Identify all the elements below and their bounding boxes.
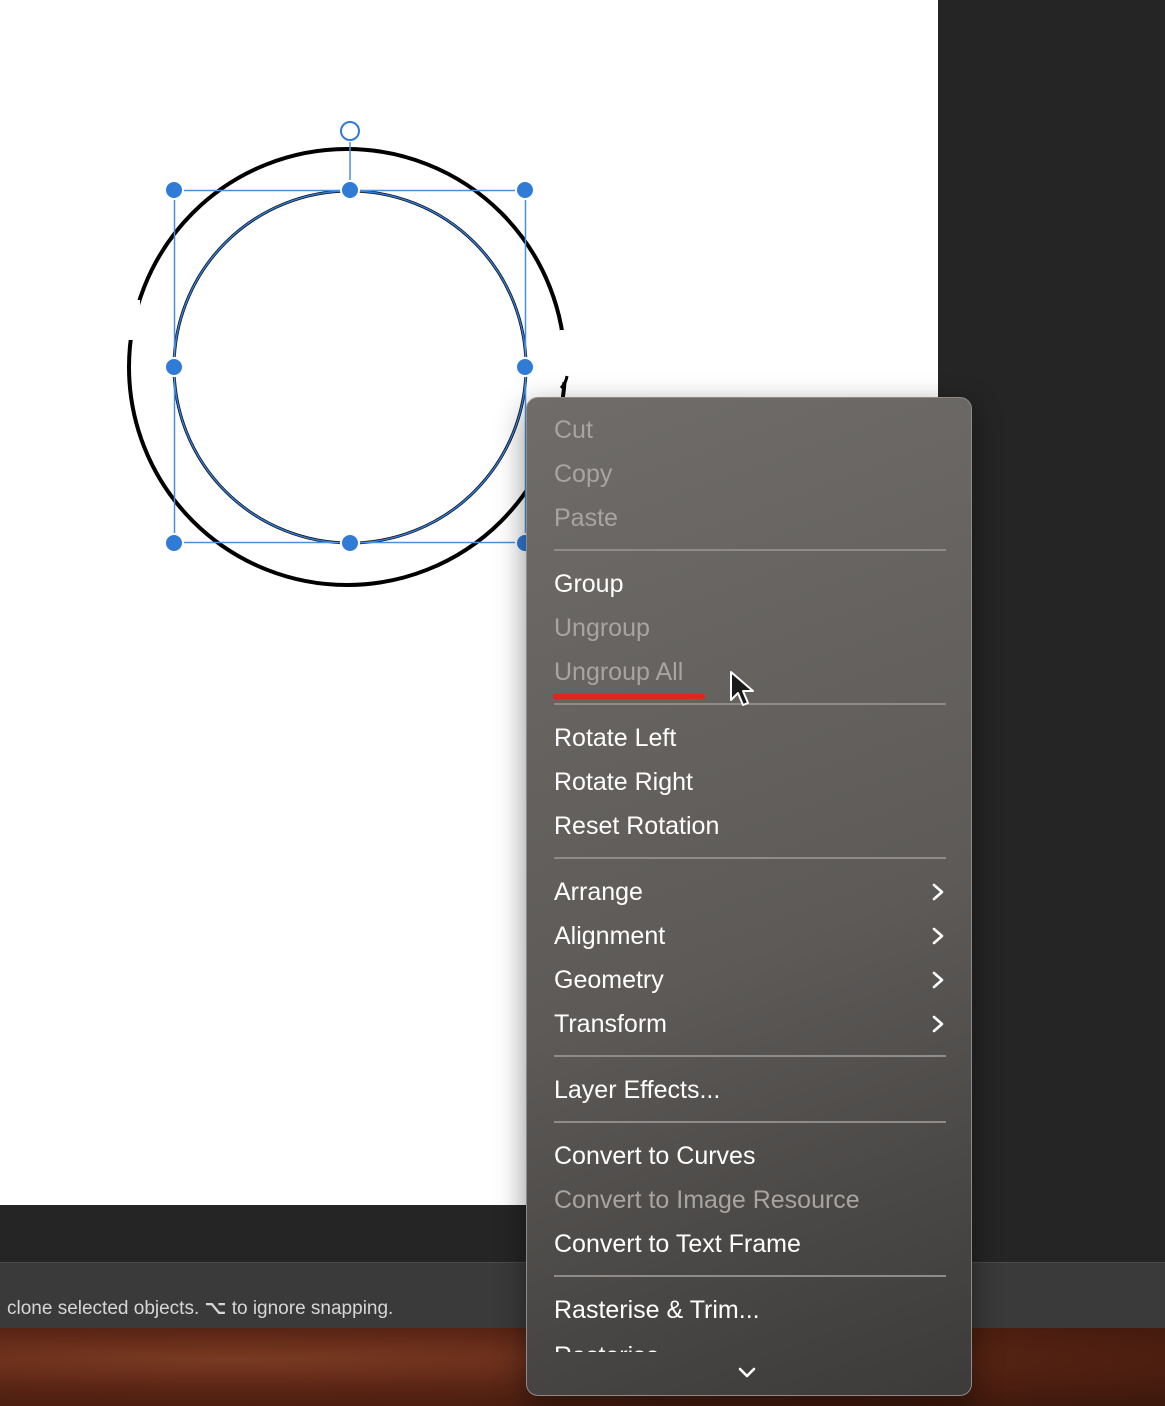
chevron-right-icon bbox=[932, 927, 944, 945]
outer-ellipse-shape[interactable] bbox=[127, 147, 567, 587]
menu-item-group[interactable]: Group bbox=[554, 564, 946, 604]
menu-separator bbox=[554, 1121, 946, 1123]
chevron-down-icon[interactable] bbox=[735, 1363, 759, 1383]
menu-item-arrange[interactable]: Arrange bbox=[554, 872, 946, 912]
studio-panel-area bbox=[938, 0, 1165, 1262]
arrow-cursor-icon bbox=[730, 671, 754, 706]
menu-separator bbox=[554, 857, 946, 859]
option-key-glyph: ⌥ bbox=[204, 1298, 227, 1319]
menu-item-paste: Paste bbox=[554, 504, 618, 532]
chevron-right-icon bbox=[932, 1015, 944, 1033]
menu-item-arrange-label: Arrange bbox=[554, 878, 643, 906]
menu-item-alignment-label: Alignment bbox=[554, 922, 666, 950]
menu-item-rotate-right[interactable]: Rotate Right bbox=[554, 762, 946, 802]
menu-item-convert-to-curves[interactable]: Convert to Curves bbox=[554, 1136, 946, 1176]
resize-handle-top-right[interactable] bbox=[515, 180, 535, 200]
menu-item-layer-effects[interactable]: Layer Effects... bbox=[554, 1070, 946, 1110]
context-menu[interactable]: Cut Copy Paste Group Ungroup Ungroup All… bbox=[526, 397, 972, 1396]
menu-item-convert-to-image-resource: Convert to Image Resource bbox=[554, 1186, 860, 1214]
menu-separator bbox=[554, 1275, 946, 1277]
menu-separator bbox=[554, 1055, 946, 1057]
menu-item-rotate-left[interactable]: Rotate Left bbox=[554, 718, 946, 758]
menu-item-geometry[interactable]: Geometry bbox=[554, 960, 946, 1000]
rotation-handle-icon[interactable] bbox=[340, 121, 360, 141]
status-hint-text: clone selected objects. ⌥ to ignore snap… bbox=[7, 1297, 393, 1320]
menu-item-convert-to-text-frame[interactable]: Convert to Text Frame bbox=[554, 1224, 946, 1264]
status-hint-prefix: clone selected objects. bbox=[7, 1298, 200, 1319]
menu-item-ungroup: Ungroup bbox=[554, 614, 650, 642]
resize-handle-left[interactable] bbox=[164, 357, 184, 377]
outer-ellipse-gap-right bbox=[560, 330, 574, 382]
menu-item-geometry-label: Geometry bbox=[554, 966, 664, 994]
resize-handle-top-left[interactable] bbox=[164, 180, 184, 200]
menu-item-rasterise[interactable]: Rasterise bbox=[554, 1336, 946, 1352]
resize-handle-top[interactable] bbox=[340, 180, 360, 200]
selection-bounding-box bbox=[173, 189, 527, 544]
outer-ellipse-gap-left bbox=[128, 300, 140, 340]
status-hint-suffix: to ignore snapping. bbox=[231, 1298, 394, 1319]
chevron-right-icon bbox=[932, 883, 944, 901]
resize-handle-right[interactable] bbox=[515, 357, 535, 377]
menu-item-transform[interactable]: Transform bbox=[554, 1004, 946, 1044]
menu-item-clip: Rasterise bbox=[527, 1336, 971, 1352]
menu-item-cut: Cut bbox=[554, 416, 593, 444]
menu-item-rasterise-trim[interactable]: Rasterise & Trim... bbox=[554, 1290, 946, 1330]
resize-handle-bottom[interactable] bbox=[340, 533, 360, 553]
selected-ellipse-outline bbox=[173, 190, 527, 544]
menu-item-alignment[interactable]: Alignment bbox=[554, 916, 946, 956]
menu-item-copy: Copy bbox=[554, 460, 613, 488]
selected-ellipse-shape[interactable] bbox=[172, 189, 528, 545]
annotation-underline bbox=[553, 694, 705, 699]
chevron-right-icon bbox=[932, 971, 944, 989]
menu-item-transform-label: Transform bbox=[554, 1010, 667, 1038]
resize-handle-bottom-left[interactable] bbox=[164, 533, 184, 553]
menu-separator bbox=[554, 549, 946, 551]
menu-item-reset-rotation[interactable]: Reset Rotation bbox=[554, 806, 946, 846]
